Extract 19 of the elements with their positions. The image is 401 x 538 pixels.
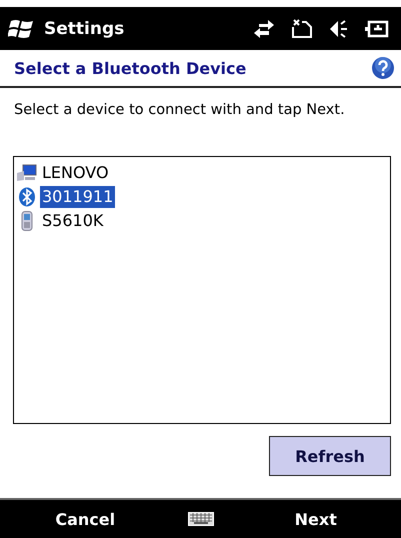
device-item[interactable]: S5610K bbox=[40, 210, 106, 232]
mobile-phone-icon bbox=[20, 211, 34, 231]
device-item[interactable]: LENOVO bbox=[40, 162, 111, 184]
no-signal-icon[interactable] bbox=[291, 18, 313, 38]
next-softkey[interactable]: Next bbox=[230, 510, 401, 528]
keyboard-icon[interactable] bbox=[188, 512, 214, 526]
windows-logo-icon[interactable] bbox=[8, 18, 34, 40]
battery-icon[interactable] bbox=[365, 18, 389, 38]
instruction-text: Select a device to connect with and tap Next. bbox=[14, 102, 346, 118]
refresh-button[interactable]: Refresh bbox=[269, 436, 391, 476]
cancel-softkey[interactable]: Cancel bbox=[0, 510, 170, 528]
page-heading: Select a Bluetooth Device bbox=[14, 58, 248, 78]
bluetooth-icon bbox=[18, 187, 36, 207]
device-item[interactable]: 3011911 bbox=[40, 186, 116, 208]
volume-muted-icon[interactable] bbox=[329, 18, 349, 38]
help-icon[interactable] bbox=[371, 56, 395, 80]
window-title: Settings bbox=[44, 18, 126, 38]
computer-icon bbox=[17, 164, 37, 182]
connectivity-icon[interactable] bbox=[253, 18, 275, 38]
